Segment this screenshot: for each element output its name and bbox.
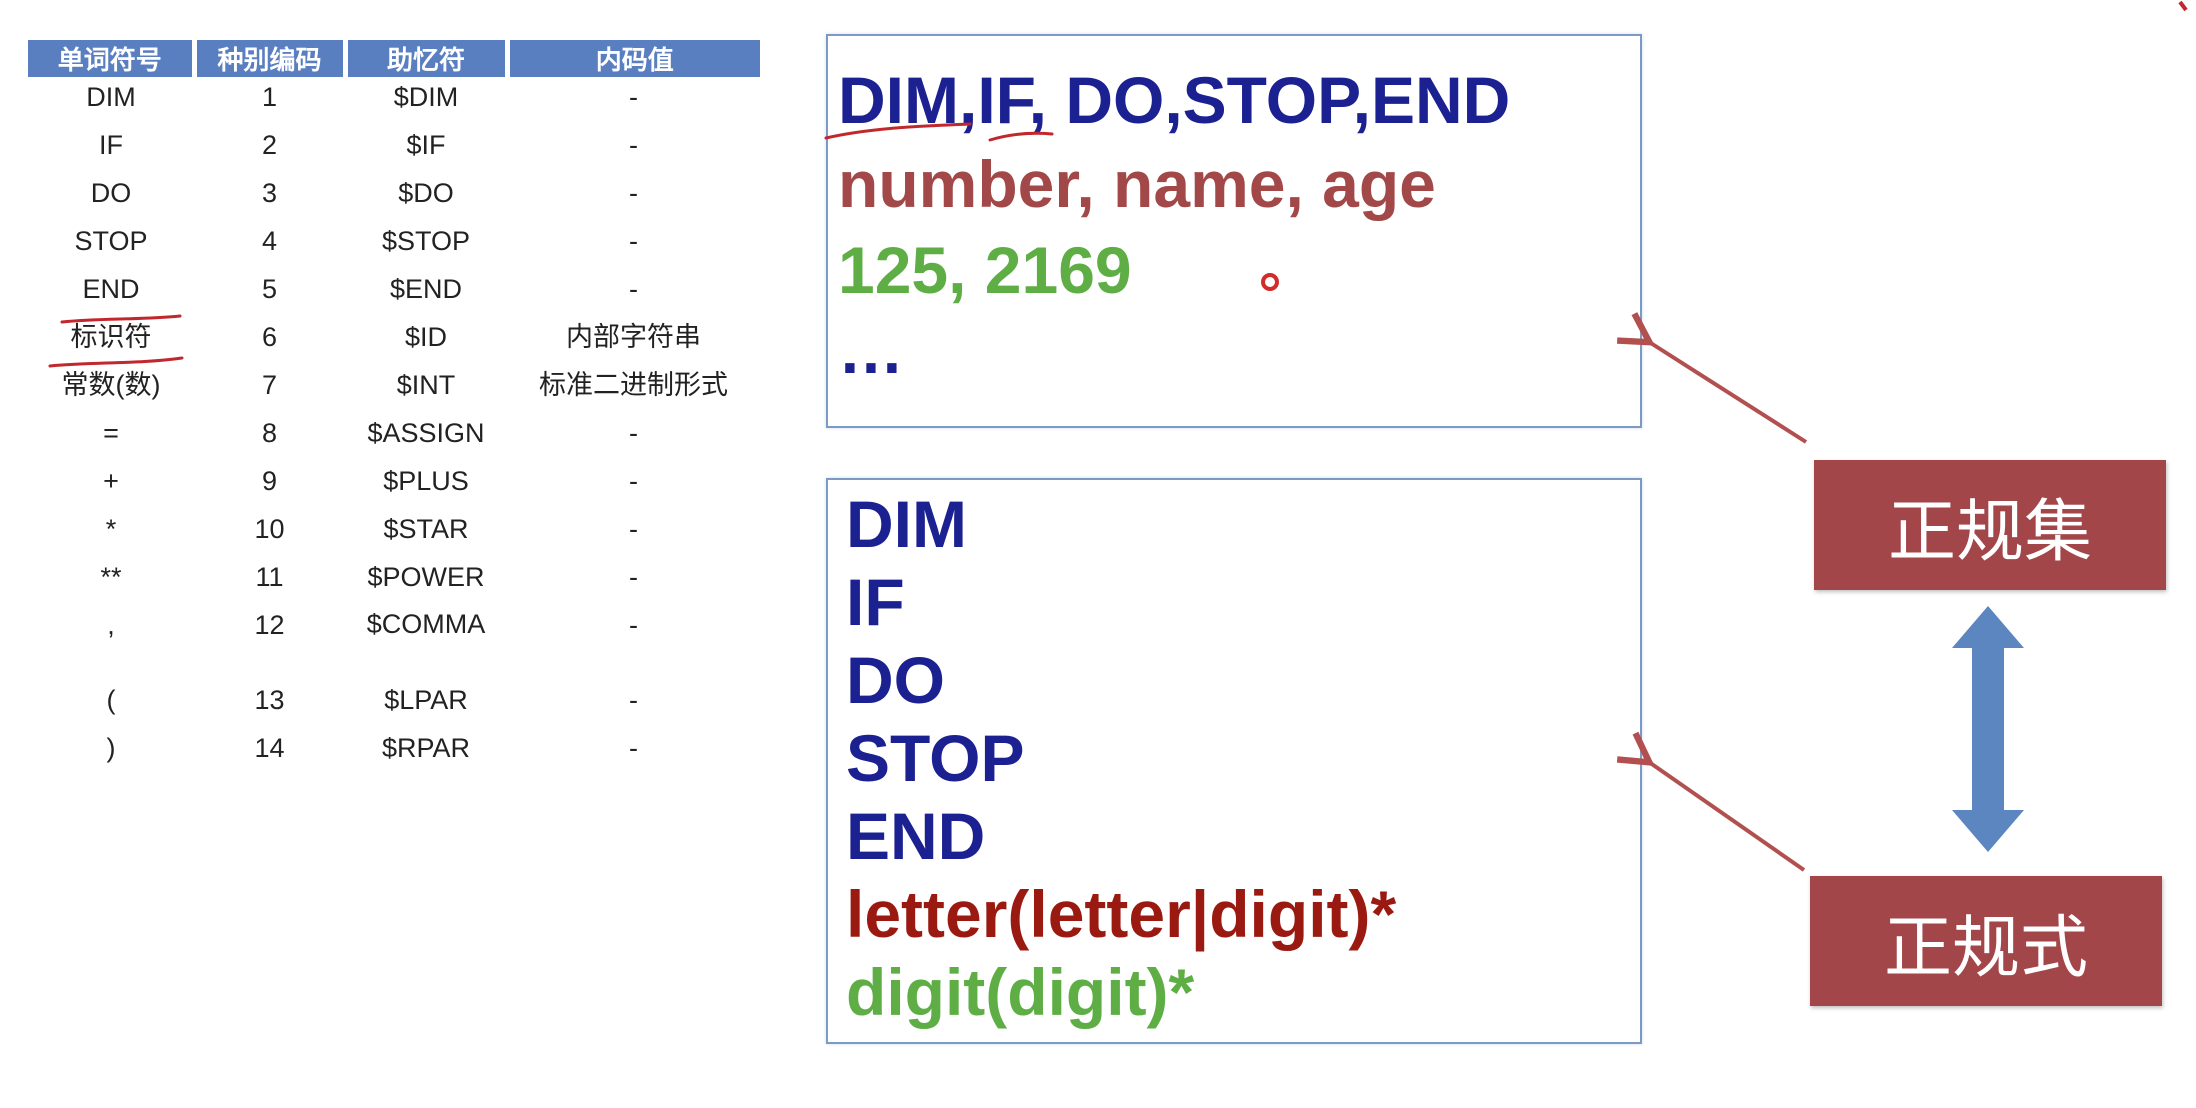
corner-mark xyxy=(2178,0,2188,12)
laser-pointer-icon xyxy=(1261,273,1279,291)
arrow-icon xyxy=(1646,340,1808,444)
double-arrow-icon xyxy=(1952,606,2024,852)
handwritten-underline xyxy=(48,122,1054,368)
annotation-overlay xyxy=(48,0,2188,872)
arrow-icon xyxy=(1646,760,1806,872)
